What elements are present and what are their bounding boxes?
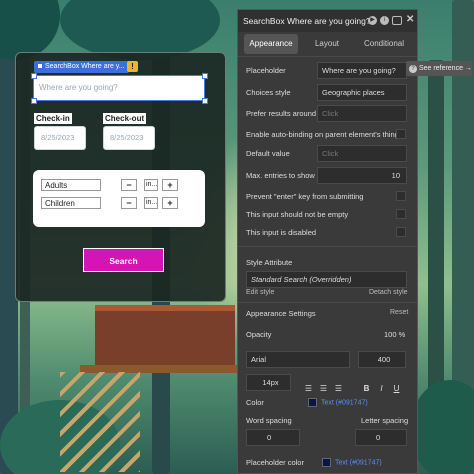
- divider: [238, 302, 417, 303]
- placeholder-label: Placeholder: [246, 66, 286, 75]
- text-color-value: Text (#091747): [321, 399, 368, 407]
- guest-selector: Adults − in... + Children − in... +: [33, 170, 205, 227]
- placeholder-color-label: Placeholder color: [246, 458, 304, 467]
- max-entries-label: Max. entries to show: [246, 171, 315, 180]
- style-attribute-label: Style Attribute: [246, 258, 293, 267]
- placeholder-color-value: Text (#091747): [335, 459, 382, 467]
- see-reference-button[interactable]: ? See reference →: [406, 61, 472, 76]
- resize-handle[interactable]: [31, 98, 37, 104]
- adults-minus-button[interactable]: −: [121, 179, 137, 191]
- opacity-label: Opacity: [246, 330, 272, 339]
- tab-appearance[interactable]: Appearance: [244, 34, 298, 54]
- disabled-checkbox[interactable]: [396, 227, 406, 237]
- placeholder-input[interactable]: Where are you going?: [317, 62, 407, 79]
- prevent-enter-label: Prevent "enter" key from submitting: [246, 192, 364, 201]
- disabled-label: This input is disabled: [246, 228, 317, 237]
- align-right-icon[interactable]: ☰: [332, 382, 345, 395]
- style-select[interactable]: Standard Search (Overridden): [246, 271, 407, 288]
- treehouse-stairs: [60, 372, 140, 472]
- tab-layout[interactable]: Layout: [300, 34, 354, 54]
- property-editor-panel: SearchBox Where are you going? ▶ i ✕ App…: [237, 9, 418, 474]
- search-input[interactable]: Where are you going?: [33, 75, 205, 101]
- align-center-icon[interactable]: ☰: [317, 382, 330, 395]
- prefer-results-input[interactable]: Click: [317, 105, 407, 122]
- align-left-icon[interactable]: ☰: [302, 382, 315, 395]
- checkin-date-input[interactable]: 8/25/2023: [34, 126, 86, 150]
- guest-row-children: Children − in... +: [41, 197, 201, 209]
- default-value-input[interactable]: Click: [317, 145, 407, 162]
- search-button[interactable]: Search: [83, 248, 164, 272]
- checkin-label: Check-in: [34, 113, 72, 124]
- edit-style-link[interactable]: Edit style: [246, 289, 274, 296]
- prevent-enter-checkbox[interactable]: [396, 191, 406, 201]
- resize-handle[interactable]: [31, 73, 37, 79]
- letter-spacing-label: Letter spacing: [361, 416, 409, 425]
- max-entries-input[interactable]: 10: [317, 167, 407, 184]
- not-empty-checkbox[interactable]: [396, 209, 406, 219]
- color-swatch: [322, 458, 331, 467]
- color-swatch: [308, 398, 317, 407]
- help-icon: ?: [409, 65, 417, 73]
- info-icon[interactable]: i: [380, 16, 389, 25]
- resize-handle[interactable]: [202, 98, 208, 104]
- auto-binding-label: Enable auto-binding on parent element's …: [246, 130, 399, 139]
- appearance-settings-label: Appearance Settings: [246, 309, 316, 318]
- warning-icon[interactable]: !: [127, 61, 138, 72]
- resize-handle[interactable]: [202, 73, 208, 79]
- bold-icon[interactable]: B: [360, 382, 373, 395]
- letter-spacing-select[interactable]: 0: [355, 429, 407, 446]
- treehouse: [95, 305, 235, 371]
- guest-type-label: Children: [41, 197, 101, 209]
- selected-element-tag-text: SearchBox Where are y...: [45, 63, 125, 70]
- opacity-value[interactable]: 100 %: [384, 330, 405, 339]
- adults-count-input[interactable]: in...: [144, 179, 158, 191]
- auto-binding-checkbox[interactable]: [396, 129, 406, 139]
- see-reference-label: See reference →: [419, 65, 472, 72]
- italic-icon[interactable]: I: [375, 382, 388, 395]
- comment-icon[interactable]: [392, 16, 402, 25]
- children-plus-button[interactable]: +: [162, 197, 178, 209]
- choices-style-select[interactable]: Geographic places: [317, 84, 407, 101]
- font-family-select[interactable]: Arial: [246, 351, 350, 368]
- checkout-label: Check-out: [103, 113, 147, 124]
- reset-link[interactable]: Reset: [390, 309, 408, 316]
- element-type-icon: [38, 64, 42, 69]
- prefer-results-label: Prefer results around: [246, 109, 317, 118]
- tab-conditional[interactable]: Conditional: [356, 34, 412, 54]
- guest-type-label: Adults: [41, 179, 101, 191]
- font-size-input[interactable]: 14px: [246, 374, 291, 391]
- underline-icon[interactable]: U: [390, 382, 403, 395]
- color-label: Color: [246, 398, 264, 407]
- children-count-input[interactable]: in...: [144, 197, 158, 209]
- text-color-picker[interactable]: Text (#091747): [308, 398, 368, 407]
- divider: [238, 56, 417, 57]
- not-empty-label: This input should not be empty: [246, 210, 349, 219]
- word-spacing-select[interactable]: 0: [246, 429, 300, 446]
- panel-title: SearchBox Where are you going?: [243, 16, 371, 26]
- guest-row-adults: Adults − in... +: [41, 179, 201, 191]
- divider: [238, 246, 417, 247]
- placeholder-color-picker[interactable]: Text (#091747): [322, 458, 382, 467]
- selected-element-tag[interactable]: SearchBox Where are y...: [34, 61, 129, 73]
- default-value-label: Default value: [246, 149, 290, 158]
- panel-header[interactable]: SearchBox Where are you going? ▶ i ✕: [238, 10, 417, 32]
- adults-plus-button[interactable]: +: [162, 179, 178, 191]
- panel-tabs: Appearance Layout Conditional: [238, 34, 417, 54]
- font-weight-select[interactable]: 400: [358, 351, 406, 368]
- detach-style-link[interactable]: Detach style: [369, 289, 408, 296]
- play-icon[interactable]: ▶: [368, 16, 377, 25]
- word-spacing-label: Word spacing: [246, 416, 292, 425]
- close-icon[interactable]: ✕: [406, 14, 414, 25]
- choices-style-label: Choices style: [246, 88, 291, 97]
- children-minus-button[interactable]: −: [121, 197, 137, 209]
- checkout-date-input[interactable]: 8/25/2023: [103, 126, 155, 150]
